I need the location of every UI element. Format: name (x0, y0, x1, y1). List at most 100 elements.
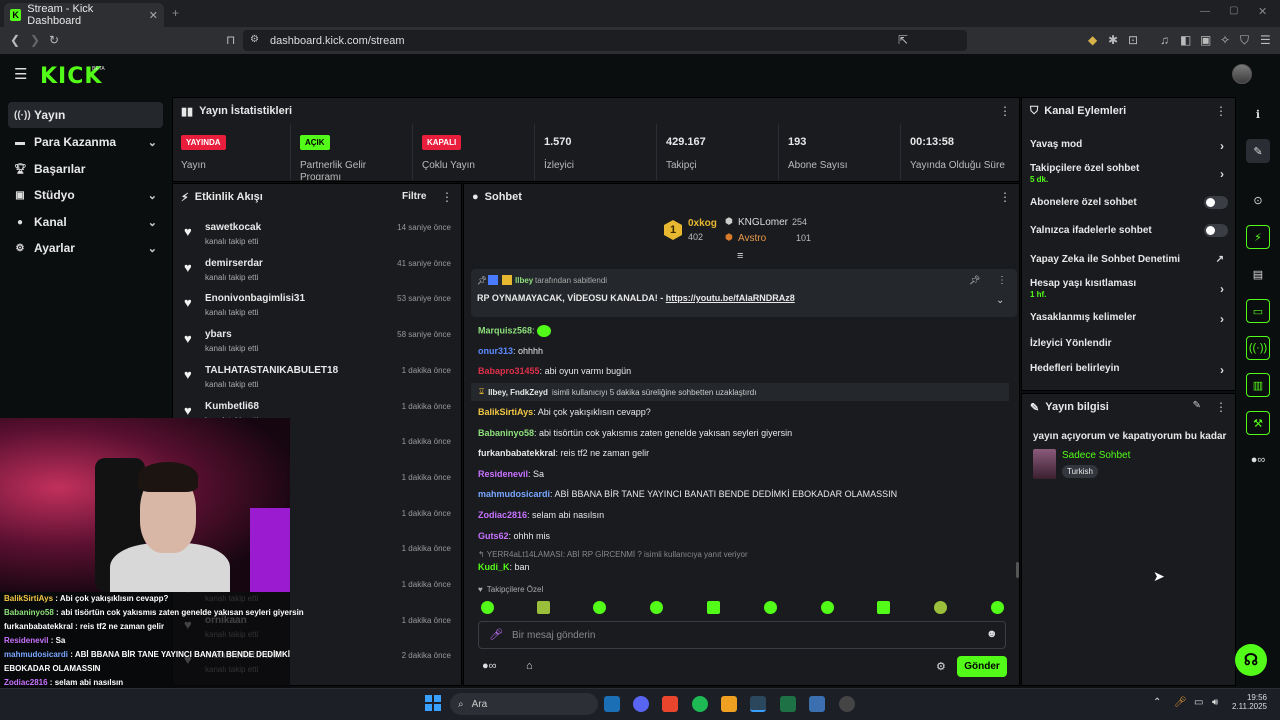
category-link[interactable]: Sadece Sohbet (1062, 450, 1130, 461)
microphone-icon[interactable]: 🎤︎ (489, 628, 503, 641)
obs-icon[interactable] (839, 696, 855, 712)
forward-icon[interactable]: ❯ (30, 33, 40, 47)
steam-running-icon[interactable] (750, 696, 766, 712)
wallet-icon[interactable]: ▣ (1200, 33, 1211, 47)
more-options-icon[interactable]: ⋮ (1215, 104, 1227, 118)
more-options-icon[interactable]: ⋮ (997, 275, 1007, 286)
chat-icon[interactable]: ▭ (1246, 299, 1270, 323)
screenshot-icon[interactable]: ⊡ (1128, 33, 1138, 47)
banned-words-row[interactable]: Yasaklanmış kelimeler › (1030, 312, 1228, 326)
collapse-leaderboard-icon[interactable]: ≡ (737, 250, 743, 262)
browser-tab[interactable]: K Stream - Kick Dashboard ✕ (4, 3, 164, 27)
more-options-icon[interactable]: ⋮ (441, 190, 453, 204)
chat-scrollbar[interactable] (1016, 562, 1019, 578)
chat-settings-gear-icon[interactable]: ⚙ (936, 660, 946, 673)
document-icon[interactable]: ▤ (1246, 262, 1270, 286)
emote-icon[interactable] (877, 601, 890, 614)
microphone-tray-icon[interactable]: 🎤︎ (1174, 697, 1187, 708)
back-icon[interactable]: ❮ (10, 33, 20, 47)
vpn-icon[interactable]: ⛉ (1240, 33, 1249, 48)
chat-username[interactable]: Marquisz568 (478, 325, 532, 335)
more-options-icon[interactable]: ⋮ (999, 190, 1011, 204)
support-headset-button[interactable]: ☊ (1235, 644, 1267, 676)
edit-icon[interactable]: ✎ (1246, 139, 1270, 163)
site-info-icon[interactable]: ⚙ (250, 34, 259, 45)
bolt-icon[interactable]: ⚡︎ (1246, 225, 1270, 249)
sidebar-item-kanal[interactable]: ● Kanal ⌄ (8, 209, 163, 235)
taskbar-clock[interactable]: 19:56 2.11.2025 (1232, 693, 1267, 711)
more-options-icon[interactable]: ⋮ (1215, 400, 1227, 414)
sidebar-item-para-kazanma[interactable]: ▬ Para Kazanma ⌄ (8, 129, 163, 155)
sidebar-item-basarilar[interactable]: 🏆︎ Başarılar (8, 156, 163, 182)
chat-username[interactable]: Guts62 (478, 531, 509, 541)
hamburger-menu-icon[interactable]: ☰ (14, 65, 27, 83)
sidebar-item-studyo[interactable]: ▣ Stüdyo ⌄ (8, 182, 163, 208)
display-icon[interactable]: ▭ (1194, 697, 1203, 708)
chat-input[interactable]: 🎤︎ Bir mesaj gönderin ☻ (478, 621, 1006, 649)
bookmark-icon[interactable]: ⊓ (226, 33, 235, 47)
emote-icon[interactable] (537, 601, 550, 614)
slow-mode-row[interactable]: Yavaş mod › (1030, 139, 1228, 153)
ai-moderation-row[interactable]: Yapay Zeka ile Sohbet Denetimi ↗ (1030, 254, 1228, 265)
event-row[interactable]: ♥ demirserdar kanalı takip etti 41 saniye ö… (184, 255, 454, 291)
screen-capture-icon[interactable]: ⊙ (1246, 188, 1270, 212)
share-icon[interactable]: ⇱ (898, 33, 908, 47)
raid-row[interactable]: İzleyici Yönlendir (1030, 338, 1228, 349)
wrench-icon[interactable]: ⚒ (1246, 411, 1270, 435)
event-row[interactable]: ♥ TALHATASTANIKABULET18 kanalı takip etti 1… (184, 362, 454, 398)
chat-username[interactable]: BalikSirtiAys (478, 407, 533, 417)
pinned-by-user[interactable]: Ilbey (515, 276, 533, 285)
emote-only-toggle[interactable] (1204, 224, 1228, 237)
leo-icon[interactable]: ✧ (1220, 33, 1230, 47)
emote-icon[interactable] (821, 601, 834, 614)
sidebar-item-yayin[interactable]: ((·)) Yayın (8, 102, 163, 128)
emote-icon[interactable] (481, 601, 494, 614)
new-tab-icon[interactable]: + (172, 6, 179, 20)
info-icon[interactable]: ℹ (1246, 102, 1270, 126)
chat-users-icon[interactable]: ●∞ (482, 660, 497, 672)
pinned-link[interactable]: https://youtu.be/fAlaRNDRAz8 (666, 293, 795, 303)
chat-username[interactable]: Babapro31455 (478, 366, 540, 376)
chat-username[interactable]: Kudi_K (478, 562, 510, 572)
minimize-icon[interactable]: — (1200, 6, 1210, 17)
goals-row[interactable]: Hedefleri belirleyin › (1030, 363, 1228, 377)
followers-only-chat-row[interactable]: Takipçilere özel sohbet 5 dk. › (1030, 163, 1228, 184)
event-username[interactable]: Kumbetli68 (205, 401, 259, 412)
send-button[interactable]: Gönder (957, 656, 1007, 677)
emote-icon[interactable] (991, 601, 1004, 614)
event-row[interactable]: ♥ sawetkocak kanalı takip etti 14 saniye ön… (184, 219, 454, 255)
event-row[interactable]: ♥ ybars kanalı takip etti 58 saniye önce (184, 326, 454, 362)
avatar[interactable] (1232, 64, 1252, 84)
steam-icon[interactable] (604, 696, 620, 712)
event-row[interactable]: ♥ Enonivonbagimlisi31 kanalı takip etti 53 … (184, 290, 454, 326)
windows-start-icon[interactable] (425, 695, 441, 711)
emote-icon[interactable] (764, 601, 777, 614)
chat-username[interactable]: onur313 (478, 346, 513, 356)
chat-username[interactable]: furkanbabatekkral (478, 448, 556, 458)
gifter-3-name[interactable]: Avstro (738, 233, 766, 244)
emote-icon[interactable] (707, 601, 720, 614)
event-username[interactable]: Enonivonbagimlisi31 (205, 293, 305, 304)
more-options-icon[interactable]: ⋮ (999, 104, 1011, 118)
chat-username[interactable]: Babaninyo58 (478, 428, 534, 438)
event-username[interactable]: demirserdar (205, 258, 263, 269)
media-icon[interactable]: ♫ (1160, 33, 1169, 47)
emote-icon[interactable] (593, 601, 606, 614)
top-gifter-name[interactable]: 0xkog (688, 218, 717, 229)
extension-2-icon[interactable]: ◆ (1088, 33, 1097, 47)
chevron-down-icon[interactable]: ⌄ (996, 295, 1004, 306)
spotify-icon[interactable] (692, 696, 708, 712)
sidebar-toggle-icon[interactable]: ◧ (1180, 33, 1191, 47)
event-username[interactable]: sawetkocak (205, 222, 261, 233)
edit-pencil-icon[interactable]: ✎ (1193, 400, 1201, 411)
store-icon[interactable]: ⌂ (526, 660, 533, 672)
unpin-icon[interactable]: 📌︎ (969, 275, 980, 286)
broadcast-icon[interactable]: ((·)) (1246, 336, 1270, 360)
emoji-picker-icon[interactable]: ☻ (986, 628, 998, 640)
discord-icon[interactable] (633, 696, 649, 712)
subscribers-only-toggle[interactable] (1204, 196, 1228, 209)
reload-icon[interactable]: ↻ (49, 33, 59, 47)
taskbar-search[interactable]: ⌕ Ara (450, 693, 598, 715)
close-window-icon[interactable]: ✕ (1258, 5, 1267, 18)
filter-button[interactable]: Filtre (402, 191, 426, 202)
